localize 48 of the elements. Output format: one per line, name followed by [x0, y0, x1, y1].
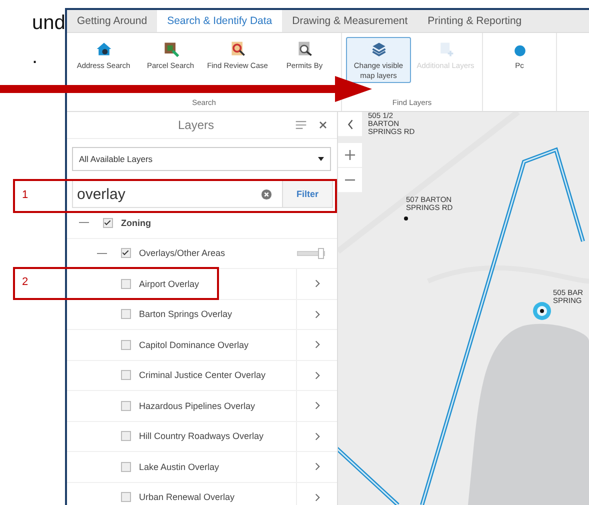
checkbox[interactable] [121, 400, 131, 411]
layer-label: Hill Country Roadways Overlay [139, 431, 265, 442]
filter-button[interactable]: Filter [282, 181, 332, 207]
house-icon [94, 40, 112, 58]
address-point [404, 216, 408, 220]
checkbox[interactable] [121, 309, 131, 320]
plus-icon [344, 149, 356, 161]
document-text: und [31, 11, 65, 36]
layer-dropdown[interactable]: All Available Layers [72, 147, 331, 171]
checkbox[interactable] [121, 431, 131, 442]
layer-label: Airport Overlay [139, 278, 200, 289]
layer-label: Lake Austin Overlay [139, 462, 220, 472]
layers-icon [370, 40, 388, 58]
checkbox[interactable] [103, 218, 113, 228]
caret-icon [318, 157, 324, 161]
ribbon-tab[interactable]: Drawing & Measurement [282, 10, 418, 32]
document-text: . [31, 45, 39, 70]
layer-label: Hazardous Pipelines Overlay [139, 400, 256, 411]
magnifier-icon [228, 40, 246, 58]
layer-label: Barton Springs Overlay [139, 309, 234, 320]
ribbon-tab[interactable]: Search & Identify Data [157, 10, 282, 32]
layer-label: Capitol Dominance Overlay [139, 340, 250, 350]
filter-field[interactable]: overlay [73, 186, 261, 202]
layer-label: Overlays/Other Areas [139, 248, 226, 258]
menu-icon[interactable] [295, 119, 307, 131]
step-number: 2 [22, 276, 28, 288]
opacity-slider[interactable] [297, 250, 325, 256]
close-icon[interactable] [317, 119, 329, 131]
parcel-icon [162, 40, 180, 58]
checkbox[interactable] [121, 492, 131, 502]
checkbox[interactable] [121, 462, 131, 472]
location-marker [533, 302, 551, 320]
ribbon-tab[interactable]: Printing & Reporting [418, 10, 532, 32]
layer-label: Criminal Justice Center Overlay [139, 370, 267, 380]
chevron-left-icon [346, 118, 354, 130]
step-number: 1 [22, 189, 28, 201]
checkbox[interactable] [121, 278, 131, 289]
layer-label: Urban Renewal Overlay [139, 492, 236, 502]
permit-icon [296, 40, 314, 58]
ribbon-tab[interactable]: Getting Around [67, 10, 158, 32]
collapse-panel-button[interactable] [338, 112, 362, 137]
checkbox[interactable] [121, 340, 131, 350]
panel-title: Layers [176, 118, 216, 132]
checkbox[interactable] [121, 248, 131, 258]
clear-icon[interactable] [261, 188, 272, 200]
layer-label: Zoning [121, 218, 152, 228]
checkbox[interactable] [121, 370, 131, 380]
zoom-in-button[interactable] [338, 143, 362, 168]
